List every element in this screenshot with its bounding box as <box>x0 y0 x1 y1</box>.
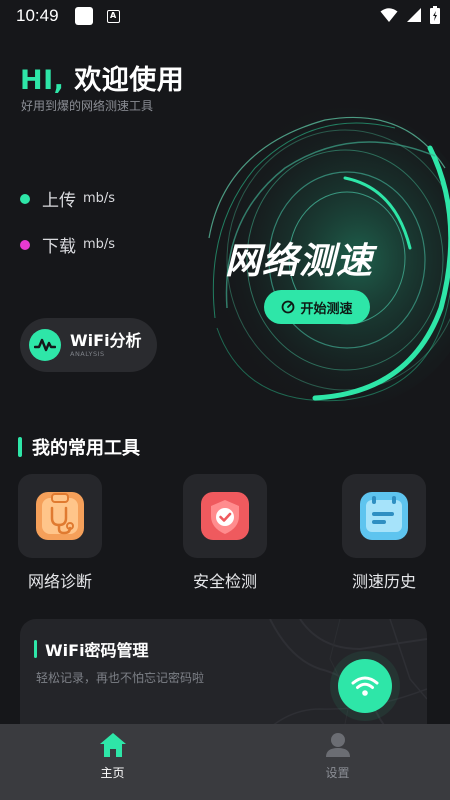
wifi-password-description: 轻松记录，再也不怕忘记密码啦 <box>36 671 205 685</box>
tool-security-check[interactable]: 安全检测 <box>183 474 267 592</box>
tool-network-diagnosis-label: 网络诊断 <box>27 572 92 591</box>
download-unit: mb/s <box>83 237 116 252</box>
tool-network-diagnosis[interactable]: 网络诊断 <box>18 474 102 592</box>
section-accent-bar <box>18 437 22 457</box>
wifi-analysis-button[interactable]: WiFi分析 ANALYSIS <box>20 318 157 372</box>
upload-unit: mb/s <box>83 191 116 206</box>
wifi-analysis-title: WiFi分析 <box>70 330 142 350</box>
greeting-text: 欢迎使用 <box>74 65 185 96</box>
wifi-password-title: WiFi密码管理 <box>45 641 149 660</box>
greeting-title: HI, 欢迎使用 <box>20 58 184 97</box>
stethoscope-icon <box>36 492 84 540</box>
greeting-hi: HI, <box>20 65 65 96</box>
tools-section-title-text: 我的常用工具 <box>32 438 140 459</box>
greeting-subtitle: 好用到爆的网络测速工具 <box>21 99 154 113</box>
bottom-nav: 主页 设置 <box>0 724 450 800</box>
card-accent-bar <box>34 640 37 658</box>
tools-section-title: 我的常用工具 <box>18 434 140 460</box>
wifi-analysis-subtitle: ANALYSIS <box>70 349 105 358</box>
nav-settings[interactable]: 设置 <box>225 724 450 800</box>
nav-home-label: 主页 <box>100 766 125 780</box>
nav-home[interactable]: 主页 <box>0 724 225 800</box>
tool-security-check-label: 安全检测 <box>192 572 257 591</box>
history-card-icon <box>360 492 408 540</box>
status-icons <box>380 6 440 24</box>
pulse-icon <box>29 329 61 361</box>
upload-label: 上传 <box>42 191 76 211</box>
a-notification-icon: A <box>106 9 120 23</box>
tool-speed-history-label: 测速历史 <box>351 572 416 591</box>
wifi-password-icon <box>338 659 392 713</box>
start-speed-test-button[interactable]: 开始测速 <box>264 290 370 324</box>
wifi-icon <box>351 676 379 696</box>
nav-settings-label: 设置 <box>325 766 350 780</box>
speedometer-icon <box>282 300 295 314</box>
download-label: 下载 <box>42 237 76 257</box>
battery-icon <box>430 6 440 24</box>
shield-check-icon <box>201 492 249 540</box>
download-speed: 下载 mb/s <box>20 232 115 257</box>
home-icon <box>99 733 126 757</box>
download-dot <box>20 239 30 250</box>
user-icon <box>325 733 350 757</box>
upload-dot <box>20 193 30 204</box>
app-notification-icon <box>74 7 93 25</box>
start-speed-test-label: 开始测速 <box>300 301 353 317</box>
status-time: 10:49 <box>16 6 59 25</box>
status-bar: 10:49 A <box>0 0 450 32</box>
tool-speed-history[interactable]: 测速历史 <box>342 474 426 592</box>
wifi-icon <box>380 8 398 22</box>
speed-test-title: 网络测速 <box>225 241 374 282</box>
upload-speed: 上传 mb/s <box>20 186 115 211</box>
signal-icon <box>407 8 421 22</box>
